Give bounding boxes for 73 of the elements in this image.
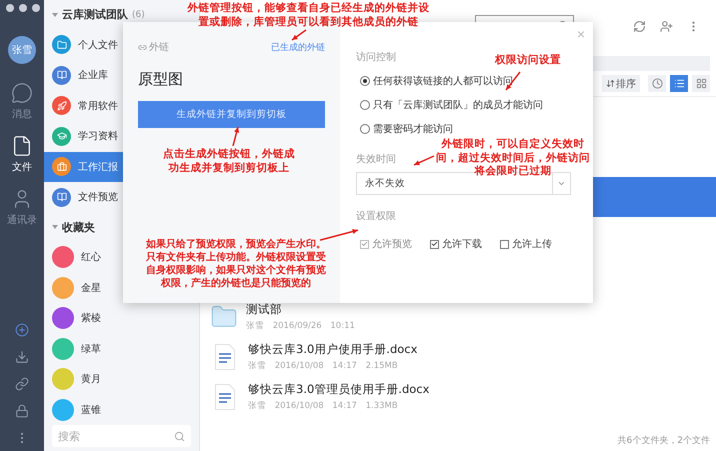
favorite-item[interactable]: 黄月 <box>44 364 123 395</box>
file-name: 测试部 <box>246 302 283 317</box>
view-button[interactable] <box>692 75 710 92</box>
annotation-arrow <box>292 29 306 41</box>
file-meta: 张雪 2016/10/08 14:17 1.33MB <box>248 400 399 412</box>
add-icon[interactable] <box>15 323 29 337</box>
add-user-icon[interactable] <box>660 20 673 32</box>
clock-icon <box>652 78 662 89</box>
favorite-item[interactable]: 金星 <box>44 272 123 304</box>
team-name: 云库测试团队 <box>62 7 128 22</box>
link-icon <box>138 42 147 52</box>
access-option[interactable]: 需要密码才能访问 <box>360 122 571 136</box>
annotation-text: 权限访问设置 <box>494 54 562 68</box>
radio-button[interactable] <box>360 76 370 86</box>
team-count: (6) <box>132 10 145 20</box>
permission-option[interactable]: 允许下载 <box>430 237 482 251</box>
sort-button[interactable]: 排序 <box>602 75 640 92</box>
sort-icon <box>606 79 615 88</box>
access-option[interactable]: 任何获得该链接的人都可以访问 <box>360 74 571 88</box>
lock-icon[interactable] <box>15 404 29 418</box>
link-icon[interactable] <box>15 377 29 391</box>
file-title: 原型图 <box>138 70 184 89</box>
library-item[interactable]: 学习资料 <box>44 121 123 152</box>
radio-button[interactable] <box>360 124 370 134</box>
favorites-title: 收藏夹 <box>62 220 95 235</box>
library-item[interactable]: 个人文件 <box>44 30 123 60</box>
checkbox[interactable] <box>500 240 509 248</box>
team-header[interactable]: 云库测试团队 (6) <box>44 0 147 30</box>
download-icon[interactable] <box>15 350 29 364</box>
library-item[interactable]: 文件预览 <box>44 182 123 213</box>
radio-button[interactable] <box>360 100 370 110</box>
dropdown-icon <box>557 179 566 188</box>
annotation-arrow <box>414 155 434 166</box>
favorite-item[interactable]: 绿草 <box>44 334 123 364</box>
section-title: 失效时间 <box>356 152 396 166</box>
message-icon <box>11 82 33 104</box>
view-button[interactable] <box>670 75 688 92</box>
window-dot[interactable] <box>32 4 40 12</box>
checkbox[interactable] <box>430 240 439 248</box>
library-item[interactable]: 常用软件 <box>44 90 123 122</box>
favorite-item[interactable]: 紫棱 <box>44 303 123 334</box>
document-icon <box>215 384 235 410</box>
permission-option[interactable]: 允许上传 <box>500 237 552 251</box>
annotation-text: 如果只给了预览权限，预览会产生水印。只有文件夹有上传功能。外链权限设置受自身权限影响，如果只对这个文件有预览权限，产生的外链也是只能预览的 <box>145 238 327 290</box>
annotation-arrow <box>320 228 358 241</box>
file-icon <box>11 135 33 157</box>
annotation-arrow <box>232 126 240 146</box>
search-icon <box>174 430 185 442</box>
favorite-item[interactable]: 红心 <box>44 242 123 273</box>
file-row[interactable]: 够快云库3.0管理员使用手册.docx 张雪 2016/10/08 14:17 1.33MB <box>200 377 716 417</box>
favorites-header[interactable]: 收藏夹 <box>44 212 97 242</box>
section-title: 设置权限 <box>356 210 396 223</box>
library-item[interactable]: 工作汇报 <box>44 152 123 182</box>
nav-item[interactable]: 文件 <box>11 135 33 174</box>
access-option[interactable]: 只有「云库测试团队」的成员才能访问 <box>360 98 571 112</box>
document-icon <box>215 344 235 370</box>
favorite-item[interactable]: 蓝锥 <box>44 394 123 426</box>
library-item[interactable]: 企业库 <box>44 60 123 91</box>
file-row[interactable]: 测试部 张雪 2016/09/26 10:11 <box>200 297 716 337</box>
grid-icon <box>696 78 706 89</box>
file-row[interactable]: 够快云库3.0用户使用手册.docx 张雪 2016/10/08 14:17 2.15MB <box>200 337 716 377</box>
file-meta: 张雪 2016/09/26 10:11 <box>246 320 355 332</box>
annotation-text: 外链管理按钮，能够查看自身已经生成的外链并设置或删除，库管理员可以看到其他成员的外链 <box>186 2 430 30</box>
file-count: 共6个文件夹，2个文件 <box>616 434 711 448</box>
refresh-icon[interactable] <box>633 20 646 32</box>
file-meta: 张雪 2016/10/08 14:17 2.15MB <box>248 360 399 372</box>
view-button[interactable] <box>648 75 666 92</box>
annotation-text: 点击生成外链按钮，外链成功生成并复制到剪切板上 <box>162 148 296 176</box>
section-title: 访问控制 <box>356 50 396 64</box>
window-dot[interactable] <box>19 4 27 12</box>
window-dot[interactable] <box>6 4 14 12</box>
file-name: 够快云库3.0用户使用手册.docx <box>248 342 418 357</box>
file-name: 够快云库3.0管理员使用手册.docx <box>248 382 430 397</box>
